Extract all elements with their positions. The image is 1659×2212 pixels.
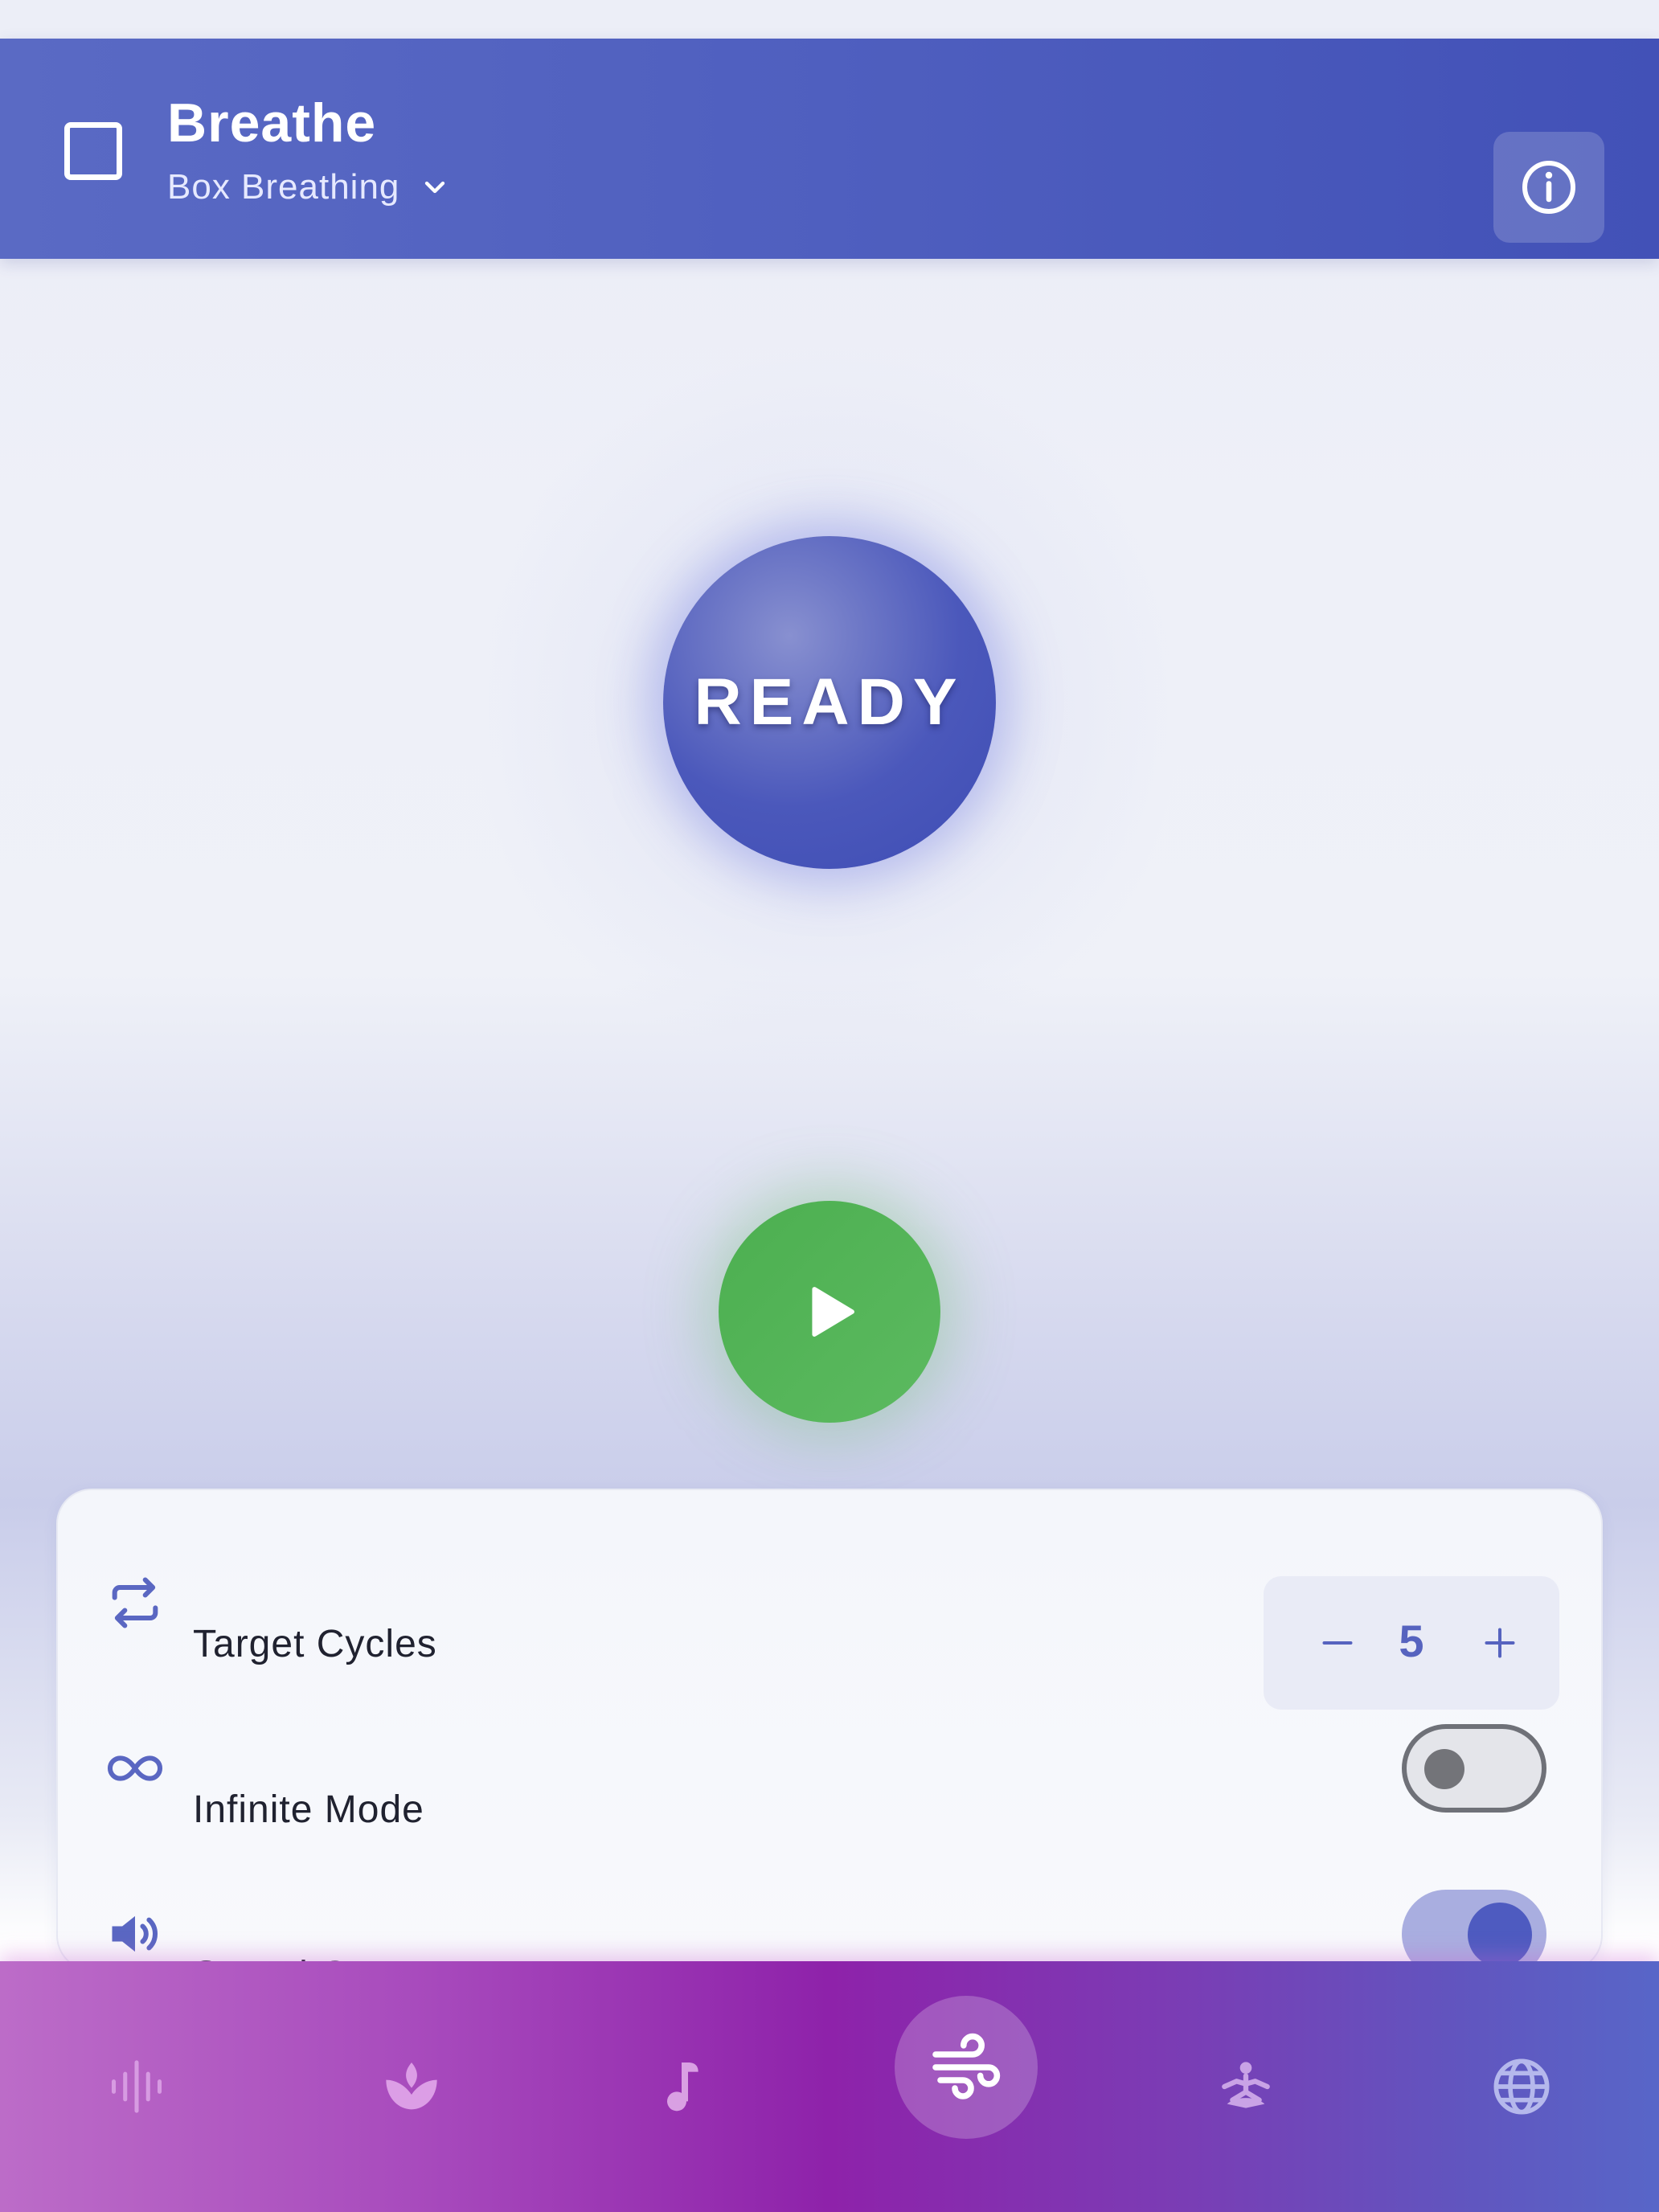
nav-item-music[interactable] <box>637 2038 733 2135</box>
cycles-stepper: 5 <box>1264 1576 1559 1710</box>
plus-icon <box>1485 1628 1515 1658</box>
increment-button[interactable] <box>1460 1603 1540 1683</box>
music-note-icon <box>667 2062 698 2112</box>
mode-label: Box Breathing <box>167 167 400 207</box>
breathing-orb: READY <box>663 536 996 869</box>
bottom-navigation <box>0 1961 1659 2212</box>
page-title: Breathe <box>167 92 377 154</box>
nav-item-explore[interactable] <box>1473 2038 1570 2135</box>
meditation-icon <box>1222 2062 1270 2108</box>
nav-item-breathe[interactable] <box>895 1996 1038 2139</box>
waveform-icon <box>111 2060 162 2113</box>
play-icon <box>812 1287 854 1337</box>
globe-icon <box>1493 2058 1550 2115</box>
mode-selector[interactable]: Box Breathing <box>167 167 451 207</box>
toggle-knob <box>1424 1749 1464 1789</box>
square-icon[interactable] <box>64 122 122 180</box>
app-header: Breathe Box Breathing <box>0 39 1659 259</box>
info-icon <box>1522 161 1575 214</box>
infinite-mode-row: Infinite Mode <box>58 1696 1604 1841</box>
nav-item-meditate[interactable] <box>1198 2038 1294 2135</box>
infinite-mode-label: Infinite Mode <box>193 1788 424 1831</box>
repeat-icon <box>112 1577 158 1628</box>
minus-icon <box>1322 1641 1353 1645</box>
lotus-icon <box>386 2062 437 2110</box>
nav-item-sounds[interactable] <box>88 2038 185 2135</box>
chevron-down-icon <box>425 181 445 194</box>
infinite-mode-toggle[interactable] <box>1402 1724 1546 1813</box>
orb-status: READY <box>694 666 965 739</box>
info-button[interactable] <box>1493 132 1604 243</box>
infinity-icon <box>107 1755 163 1781</box>
toggle-knob <box>1468 1903 1532 1967</box>
target-cycles-label: Target Cycles <box>193 1623 437 1665</box>
speaker-icon <box>112 1915 158 1952</box>
decrement-button[interactable] <box>1297 1603 1378 1683</box>
cycles-value: 5 <box>1399 1616 1424 1666</box>
status-bar <box>0 0 1659 39</box>
play-button[interactable] <box>719 1201 940 1423</box>
settings-card: Target Cycles 5 Infinite Mode <box>56 1489 1604 1997</box>
wind-icon <box>932 2033 1001 2099</box>
target-cycles-row: Target Cycles 5 <box>58 1530 1604 1710</box>
nav-item-relax[interactable] <box>363 2038 460 2135</box>
